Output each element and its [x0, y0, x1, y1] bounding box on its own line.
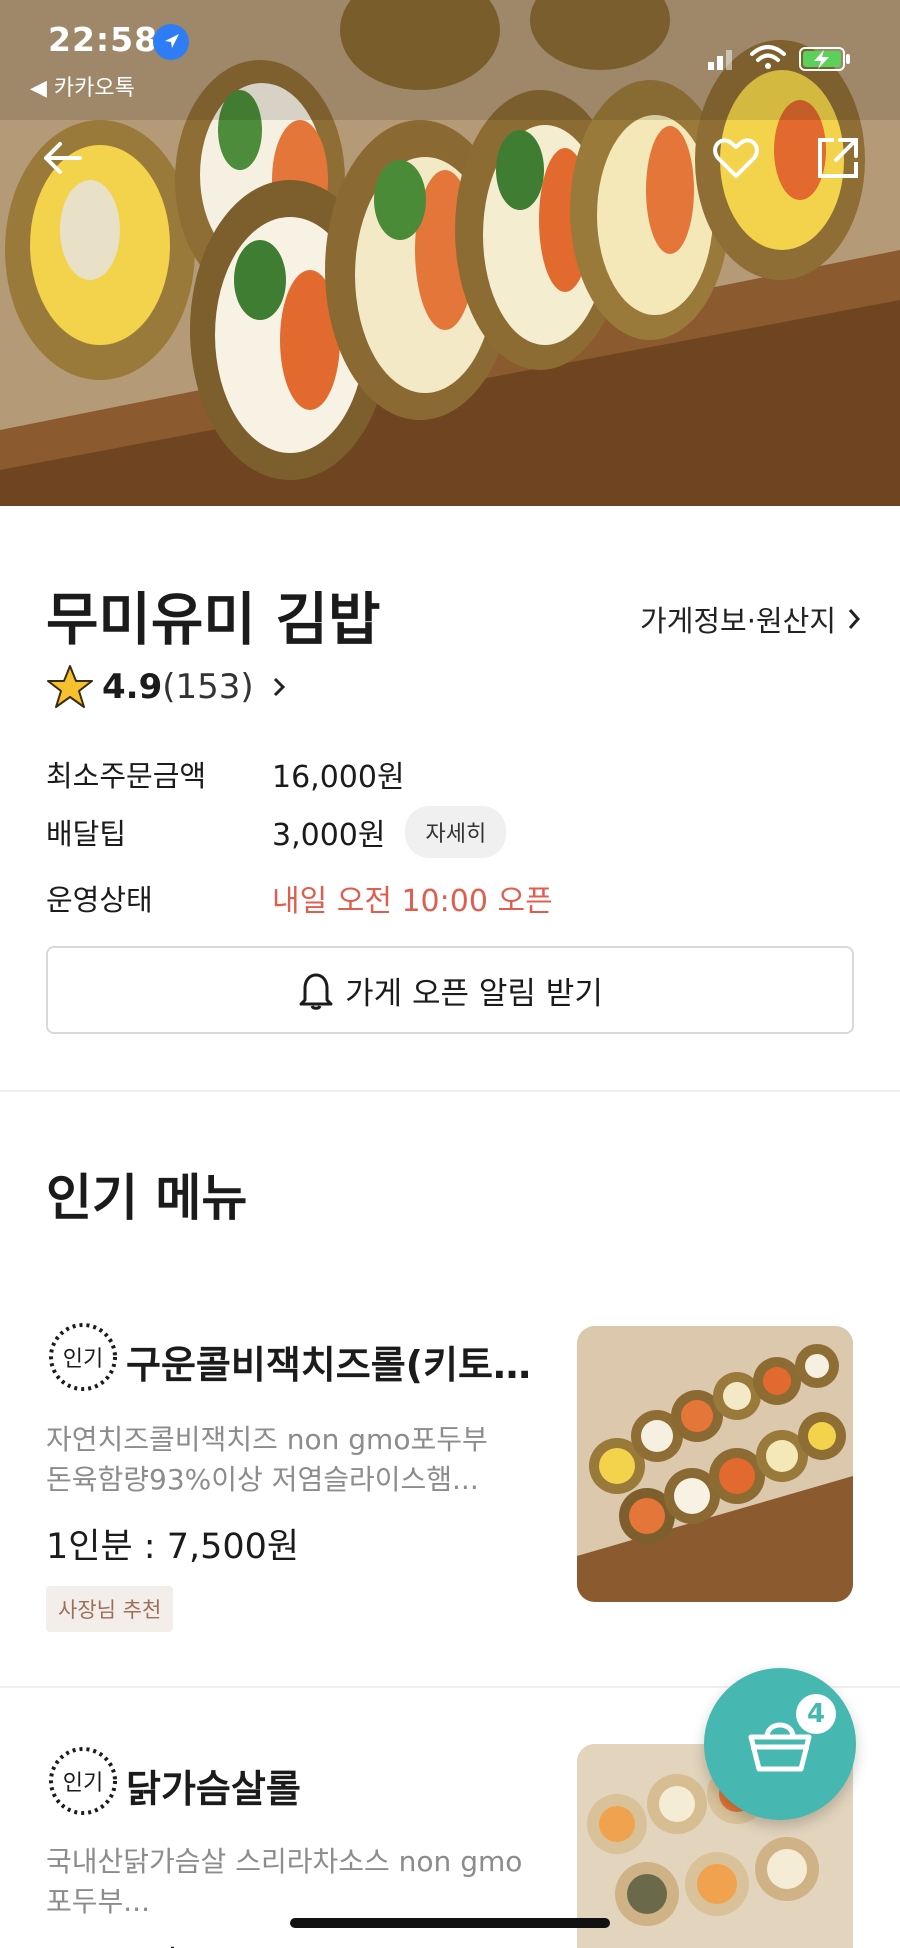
store-info-link-label: 가게정보·원산지 — [640, 604, 836, 638]
menu-item-description: 자연치즈콜비잭치즈 non gmo포두부 돈육함량93%이상 저염슬라이스햄..… — [46, 1420, 546, 1500]
menu-item-desc-line: 국내산닭가슴살 스리라차소스 non gmo — [46, 1845, 523, 1878]
menu-item-desc-line: 포두부... — [46, 1885, 150, 1918]
status-icons — [700, 36, 860, 76]
home-indicator[interactable] — [290, 1918, 610, 1928]
delivery-tip-detail-button[interactable]: 자세히 — [405, 806, 507, 858]
status-time: 22:58 — [48, 20, 159, 59]
popular-menu-title: 인기 메뉴 — [46, 1169, 248, 1227]
store-hero-image: 22:58 ◀ 카카오톡 — [0, 0, 900, 506]
store-info-origin-link[interactable]: 가게정보·원산지 — [640, 598, 862, 640]
store-open-alert-label: 가게 오픈 알림 받기 — [345, 975, 603, 1012]
delivery-tip-value: 3,000원 — [272, 818, 386, 853]
menu-item-desc-line: 자연치즈콜비잭치즈 non gmo포두부 — [46, 1423, 488, 1456]
popular-badge-label: 인기 — [63, 1347, 103, 1372]
menu-item[interactable]: 인기 구운콜비잭치즈롤(키토… 자연치즈콜비잭치즈 non gmo포두부 돈육함… — [0, 1320, 900, 1680]
location-arrow-icon — [153, 24, 189, 60]
delivery-tip-row: 배달팁 3,000원 자세히 — [46, 806, 507, 858]
min-order-label: 최소주문금액 — [46, 759, 207, 793]
store-name: 무미유미 김밥 — [46, 587, 381, 653]
menu-item-photo — [577, 1326, 853, 1602]
share-icon[interactable] — [808, 128, 868, 188]
arrow-left-icon[interactable] — [32, 128, 92, 188]
popular-badge: 인기 — [46, 1320, 120, 1394]
heart-outline-icon[interactable] — [706, 128, 766, 188]
min-order-value: 16,000원 — [272, 760, 405, 795]
star-icon — [47, 665, 93, 708]
status-value: 내일 오전 10:00 오픈 — [272, 884, 553, 919]
status-bar: 22:58 ◀ 카카오톡 — [0, 0, 900, 101]
cart-count-badge: 4 — [796, 1694, 836, 1734]
signal-icon — [708, 50, 732, 70]
owner-recommend-tag: 사장님 추천 — [46, 1586, 174, 1632]
section-divider — [0, 1090, 900, 1092]
bell-icon — [299, 973, 333, 1010]
status-row: 운영상태 내일 오전 10:00 오픈 — [46, 876, 553, 920]
return-to-app-link[interactable]: ◀ 카카오톡 — [30, 70, 135, 102]
chevron-right-icon — [848, 609, 861, 629]
menu-item-price: 7,500원 — [46, 1936, 178, 1948]
cart-button[interactable] — [704, 1668, 856, 1820]
menu-item-name: 닭가슴살롤 — [126, 1767, 301, 1811]
min-order-row: 최소주문금액 16,000원 — [46, 752, 405, 796]
status-label: 운영상태 — [46, 883, 153, 917]
wifi-icon — [750, 45, 786, 69]
rating-score: 4.9 — [102, 667, 163, 707]
rating-row[interactable]: 4.9 (153) — [46, 664, 286, 710]
menu-item-name: 구운콜비잭치즈롤(키토… — [126, 1343, 531, 1387]
popular-badge-label: 인기 — [63, 1771, 103, 1796]
menu-item-price: 1인분 : 7,500원 — [46, 1527, 300, 1567]
popular-badge: 인기 — [46, 1744, 120, 1818]
review-count: (153) — [162, 667, 254, 707]
battery-charging-icon — [799, 47, 850, 71]
menu-item-desc-line: 돈육함량93%이상 저염슬라이스햄... — [46, 1463, 479, 1496]
menu-item-description: 국내산닭가슴살 스리라차소스 non gmo 포두부... — [46, 1842, 546, 1922]
store-open-alert-button[interactable]: 가게 오픈 알림 받기 — [46, 946, 854, 1034]
chevron-right-icon — [273, 677, 285, 697]
delivery-tip-label: 배달팁 — [46, 817, 127, 851]
